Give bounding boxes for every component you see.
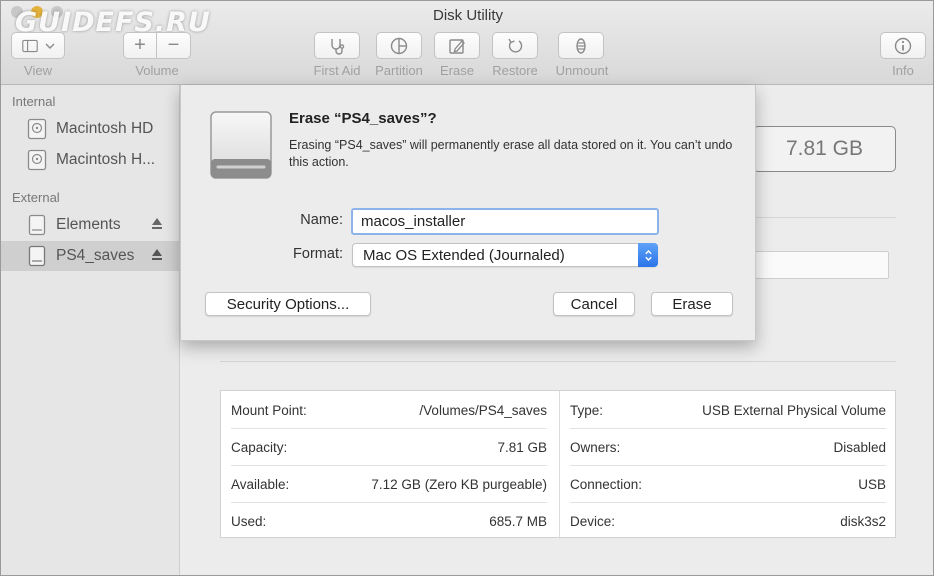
erase-toolbar-button[interactable] [434,32,480,59]
dialog-title: Erase “PS4_saves”? [289,110,437,127]
info-column-left: Mount Point: /Volumes/PS4_saves Capacity… [221,391,559,539]
window-title: Disk Utility [433,7,503,24]
info-key: Owners: [570,439,621,455]
info-value: disk3s2 [840,514,886,529]
volume-info-table: Mount Point: /Volumes/PS4_saves Capacity… [220,390,897,539]
volume-label: Volume [135,63,179,78]
sidebar-heading-external: External [12,190,60,205]
stethoscope-icon [331,38,345,55]
info-value: 7.12 GB (Zero KB purgeable) [371,476,547,492]
info-label: Info [892,63,914,78]
disk-utility-window: GUIDEFS.RU Disk Utility View + − Volume [0,0,934,576]
info-row-available: Available: 7.12 GB (Zero KB purgeable) [231,466,547,503]
name-label: Name: [300,212,343,228]
first-aid-label: First Aid [313,63,361,78]
info-key: Used: [231,514,267,529]
eject-icon[interactable] [151,217,163,231]
unmount-icon [576,37,586,54]
sidebar-item-macintosh-hd-data[interactable]: Macintosh H... [1,145,179,175]
info-key: Connection: [570,476,643,492]
info-row-capacity: Capacity: 7.81 GB [231,429,547,466]
format-label: Format: [293,246,343,262]
info-value: /Volumes/PS4_saves [419,402,547,418]
sidebar-item-label: Elements [56,216,121,233]
info-icon [894,37,912,54]
partition-button[interactable] [376,32,422,59]
info-key: Capacity: [231,439,288,455]
sidebar-item-label: PS4_saves [56,247,135,264]
eject-icon[interactable] [151,248,163,262]
name-input[interactable] [351,208,659,235]
sidebar-item-ps4-saves[interactable]: PS4_saves [1,241,179,271]
minus-icon: − [167,34,180,56]
restore-button[interactable] [492,32,538,59]
erase-label: Erase [440,63,474,78]
divider [220,361,896,362]
chevron-down-icon [45,43,55,49]
internal-disk-icon [27,149,47,171]
external-disk-icon [28,214,46,236]
plus-icon: + [134,34,146,56]
toolbar: GUIDEFS.RU Disk Utility View + − Volume [1,1,933,85]
info-row-mount-point: Mount Point: /Volumes/PS4_saves [231,392,547,429]
info-key: Type: [570,402,604,418]
info-row-owners: Owners: Disabled [570,429,886,466]
info-key: Device: [570,514,616,529]
cancel-button[interactable]: Cancel [553,292,635,316]
sidebar-item-macintosh-hd[interactable]: Macintosh HD [1,114,179,144]
sidebar-heading-internal: Internal [12,94,56,109]
internal-disk-icon [27,118,47,140]
dialog-message: Erasing “PS4_saves” will permanently era… [289,138,733,169]
sidebar-item-label: Macintosh H... [56,151,156,168]
info-row-type: Type: USB External Physical Volume [570,392,886,429]
restore-label: Restore [492,63,538,78]
info-row-used: Used: 685.7 MB [231,503,547,540]
first-aid-button[interactable] [314,32,360,59]
sidebar-item-elements[interactable]: Elements [1,210,179,240]
partition-label: Partition [375,63,423,78]
info-value: USB External Physical Volume [702,402,886,418]
add-volume-button[interactable]: + [123,32,157,59]
view-label: View [24,63,52,78]
sidebar-item-label: Macintosh HD [56,120,154,137]
info-value: 7.81 GB [497,439,547,455]
info-value: 685.7 MB [489,514,547,529]
info-value: Disabled [833,439,886,455]
unmount-button[interactable] [558,32,604,59]
format-selected-value: Mac OS Extended (Journaled) [363,246,565,264]
info-row-device: Device: disk3s2 [570,503,886,540]
remove-volume-button[interactable]: − [157,32,191,59]
security-options-button[interactable]: Security Options... [205,292,371,316]
info-key: Mount Point: [231,402,307,418]
info-column-right: Type: USB External Physical Volume Owner… [559,391,897,539]
sidebar-icon [22,39,38,52]
erase-button[interactable]: Erase [651,292,733,316]
capacity-display: 7.81 GB [753,126,896,172]
restore-arrow-icon [508,38,523,53]
external-disk-icon [28,245,46,267]
sidebar: Internal Macintosh HD Macintosh H... Ext… [1,85,180,575]
format-select[interactable]: Mac OS Extended (Journaled) [352,243,658,267]
info-value: USB [858,476,886,492]
pie-chart-icon [390,37,408,54]
info-key: Available: [231,476,290,492]
view-button[interactable] [11,32,65,59]
usage-bar [753,251,889,279]
external-drive-icon [210,111,272,179]
info-row-connection: Connection: USB [570,466,886,503]
erase-dialog: Erase “PS4_saves”? Erasing “PS4_saves” w… [180,85,756,341]
erase-pencil-icon [449,38,465,54]
info-button[interactable] [880,32,926,59]
updown-chevron-icon [638,243,658,267]
unmount-label: Unmount [555,63,609,78]
